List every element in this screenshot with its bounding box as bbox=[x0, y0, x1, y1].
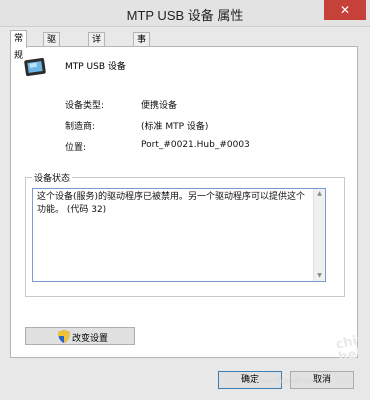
tab-general[interactable]: 常规 bbox=[10, 30, 28, 61]
properties-window: MTP USB 设备 属性 ✕ 常规 驱动程序 详细信息 事件 MTP USB … bbox=[0, 0, 370, 400]
title-bar[interactable]: MTP USB 设备 属性 ✕ bbox=[0, 0, 370, 27]
change-settings-label: 改变设置 bbox=[72, 334, 109, 344]
device-icon bbox=[24, 57, 46, 77]
close-button[interactable]: ✕ bbox=[324, 0, 366, 20]
scroll-down-icon[interactable]: ▼ bbox=[314, 271, 325, 281]
scroll-up-icon[interactable]: ▲ bbox=[314, 189, 325, 199]
status-message: 这个设备(服务)的驱动程序已被禁用。另一个驱动程序可以提供这个功能。 (代码 3… bbox=[37, 192, 306, 215]
manufacturer-label: 制造商: bbox=[65, 122, 96, 132]
watermark-logo-text: chip hell bbox=[334, 331, 368, 366]
window-title: MTP USB 设备 属性 bbox=[126, 8, 244, 23]
status-scrollbar[interactable]: ▲ ▼ bbox=[313, 189, 325, 281]
tab-events[interactable]: 事件 bbox=[133, 32, 151, 59]
device-type-value: 便携设备 bbox=[141, 101, 178, 111]
close-icon: ✕ bbox=[339, 3, 351, 17]
device-status-group: 设备状态 这个设备(服务)的驱动程序已被禁用。另一个驱动程序可以提供这个功能。 … bbox=[25, 171, 345, 297]
device-status-text[interactable]: 这个设备(服务)的驱动程序已被禁用。另一个驱动程序可以提供这个功能。 (代码 3… bbox=[32, 188, 326, 282]
location-value: Port_#0021.Hub_#0003 bbox=[141, 140, 250, 150]
device-status-label: 设备状态 bbox=[32, 171, 73, 184]
location-label: 位置: bbox=[65, 143, 87, 153]
manufacturer-value: (标准 MTP 设备) bbox=[141, 122, 209, 132]
tab-driver[interactable]: 驱动程序 bbox=[43, 32, 61, 87]
device-name: MTP USB 设备 bbox=[65, 62, 126, 72]
uac-shield-icon bbox=[58, 330, 70, 343]
tab-details[interactable]: 详细信息 bbox=[88, 32, 106, 87]
general-panel: MTP USB 设备 设备类型: 便携设备 制造商: (标准 MTP 设备) 位… bbox=[10, 46, 358, 358]
change-settings-button[interactable]: 改变设置 bbox=[25, 327, 135, 345]
watermark-url: www.chiphell.com bbox=[255, 377, 319, 385]
device-type-label: 设备类型: bbox=[65, 101, 105, 111]
